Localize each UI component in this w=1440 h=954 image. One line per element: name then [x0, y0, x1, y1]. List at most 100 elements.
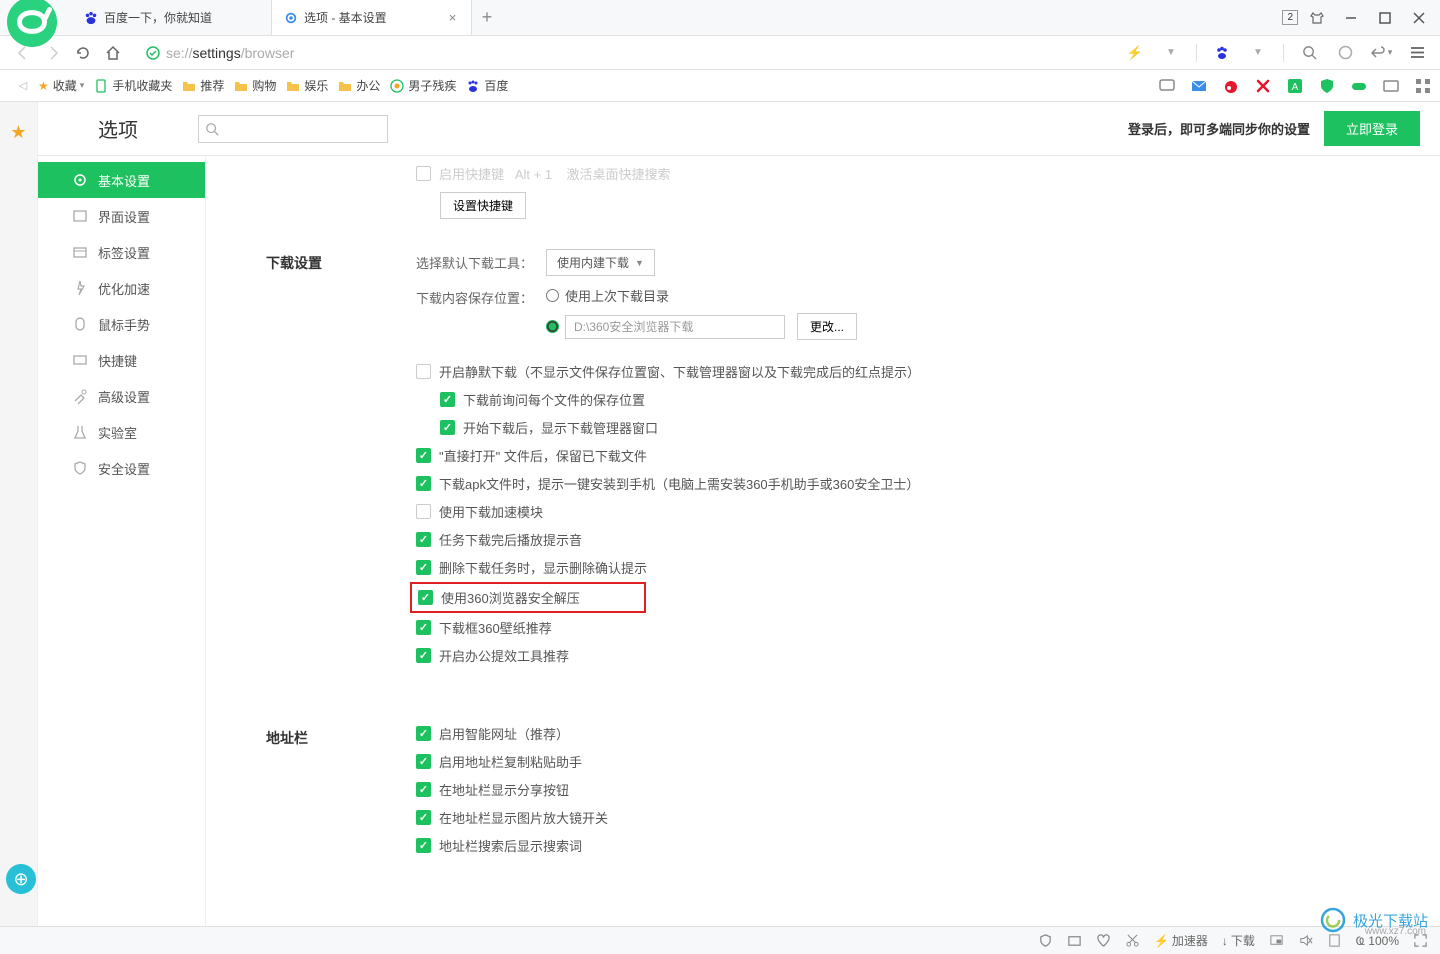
- sidebar-strip: ★: [0, 102, 38, 926]
- baidu-paw-icon[interactable]: [1207, 38, 1237, 68]
- tab-title: 选项 - 基本设置: [304, 9, 446, 26]
- login-message: 登录后，即可多端同步你的设置: [1128, 119, 1310, 138]
- box-icon[interactable]: [1067, 933, 1082, 948]
- bookmark-entertainment[interactable]: 娱乐: [286, 77, 328, 94]
- new-tab-button[interactable]: +: [472, 0, 502, 35]
- tv-icon[interactable]: [1158, 77, 1176, 95]
- window-controls: 2: [1282, 4, 1440, 32]
- minimize-button[interactable]: [1336, 4, 1366, 32]
- checkbox-smart-url[interactable]: [416, 726, 431, 741]
- chevron-left-icon[interactable]: ◁: [8, 71, 38, 101]
- bookmark-baidu[interactable]: 百度: [466, 77, 508, 94]
- checkbox-del-confirm[interactable]: [416, 560, 431, 575]
- download-path-input[interactable]: [565, 315, 785, 339]
- bookmark-news[interactable]: 男子残疾: [390, 77, 456, 94]
- assistant-bubble[interactable]: ⊕: [6, 864, 36, 894]
- checkbox-search-term[interactable]: [416, 838, 431, 853]
- sidebar-item-security[interactable]: 安全设置: [38, 450, 205, 486]
- checkbox-magnifier[interactable]: [416, 810, 431, 825]
- close-icon[interactable]: ×: [446, 11, 459, 24]
- sidebar-item-speed[interactable]: 优化加速: [38, 270, 205, 306]
- checkbox[interactable]: [416, 166, 431, 181]
- checkbox-office[interactable]: [416, 648, 431, 663]
- bookmark-recommend[interactable]: 推荐: [182, 77, 224, 94]
- window-count-badge[interactable]: 2: [1282, 10, 1298, 25]
- star-icon[interactable]: ★: [10, 122, 26, 143]
- apps-icon[interactable]: [1414, 77, 1432, 95]
- radio-custom-dir[interactable]: [546, 320, 559, 333]
- mail-icon[interactable]: [1190, 77, 1208, 95]
- checkbox-direct-open[interactable]: [416, 448, 431, 463]
- menu-icon[interactable]: [1402, 38, 1432, 68]
- bookmark-mobile[interactable]: 手机收藏夹: [94, 77, 172, 94]
- bookmark-office[interactable]: 办公: [338, 77, 380, 94]
- maximize-button[interactable]: [1370, 4, 1400, 32]
- mute-icon[interactable]: [1298, 933, 1313, 948]
- right-toolbar: A: [1158, 77, 1432, 95]
- reload-button[interactable]: [68, 38, 98, 68]
- sidebar-item-lab[interactable]: 实验室: [38, 414, 205, 450]
- page-title: 选项: [98, 114, 138, 143]
- tab-baidu[interactable]: 百度一下，你就知道: [72, 0, 272, 35]
- fullscreen-icon[interactable]: [1413, 933, 1428, 948]
- pip-icon[interactable]: [1269, 933, 1284, 948]
- note-icon[interactable]: [1327, 933, 1342, 948]
- search-input[interactable]: [198, 115, 388, 143]
- checkbox-share-btn[interactable]: [416, 782, 431, 797]
- bookmarks-bar: ◁ ★收藏 ▾ 手机收藏夹 推荐 购物 娱乐 办公 男子残疾 百度 A: [0, 70, 1440, 102]
- radio-last-dir[interactable]: [546, 289, 559, 302]
- checkbox-accel[interactable]: [416, 504, 431, 519]
- settings-main[interactable]: 启用快捷键 Alt + 1 激活桌面快捷搜索 设置快捷键 下载设置 选择默认下载…: [206, 156, 1440, 926]
- cut-icon[interactable]: [1125, 933, 1140, 948]
- skin-icon[interactable]: [1302, 4, 1332, 32]
- set-shortcut-button[interactable]: 设置快捷键: [440, 192, 526, 219]
- sidebar-item-mouse[interactable]: 鼠标手势: [38, 306, 205, 342]
- search-icon[interactable]: [1294, 38, 1324, 68]
- checkbox-wallpaper[interactable]: [416, 620, 431, 635]
- checkbox-apk[interactable]: [416, 476, 431, 491]
- section-addressbar: 地址栏 启用智能网址（推荐） 启用地址栏复制粘贴助手 在地址栏显示分享按钮 在地…: [266, 724, 1380, 864]
- content-area: ★ 选项 登录后，即可多端同步你的设置 立即登录 基本设置 界面设置 标签设置 …: [0, 102, 1440, 926]
- shield-icon[interactable]: [1318, 77, 1336, 95]
- checkbox-unzip[interactable]: [418, 590, 433, 605]
- favorites-button[interactable]: ★收藏 ▾: [38, 77, 84, 94]
- sidebar-item-ui[interactable]: 界面设置: [38, 198, 205, 234]
- page-header: 选项 登录后，即可多端同步你的设置 立即登录: [38, 102, 1440, 156]
- checkbox-show-manager[interactable]: [440, 420, 455, 435]
- heart-icon[interactable]: [1096, 933, 1111, 948]
- home-button[interactable]: [98, 38, 128, 68]
- bookmark-shopping[interactable]: 购物: [234, 77, 276, 94]
- checkbox-ask-location[interactable]: [440, 392, 455, 407]
- wallet-icon[interactable]: [1382, 77, 1400, 95]
- download-label[interactable]: ↓下载: [1222, 932, 1255, 949]
- close-button[interactable]: [1404, 4, 1434, 32]
- undo-dropdown-icon[interactable]: ▾: [1366, 38, 1396, 68]
- shield-icon[interactable]: [1038, 933, 1053, 948]
- checkbox-paste-helper[interactable]: [416, 754, 431, 769]
- search-icon: [205, 122, 219, 136]
- label: 下载内容保存位置：: [416, 286, 546, 307]
- sidebar-item-advanced[interactable]: 高级设置: [38, 378, 205, 414]
- gamepad-icon[interactable]: [1350, 77, 1368, 95]
- browser-mode-icon[interactable]: [1330, 38, 1360, 68]
- checkbox-silent[interactable]: [416, 364, 431, 379]
- accel-label[interactable]: ⚡加速器: [1154, 932, 1208, 949]
- translate-icon[interactable]: A: [1286, 77, 1304, 95]
- highlighted-option: 使用360浏览器安全解压: [410, 582, 646, 613]
- dropdown-icon[interactable]: ▼: [1156, 38, 1186, 68]
- zoom-level[interactable]: Ҩ 100%: [1356, 934, 1399, 948]
- sidebar-item-tabs[interactable]: 标签设置: [38, 234, 205, 270]
- address-bar[interactable]: se://settings/browser: [138, 40, 1110, 66]
- flash-icon[interactable]: ⚡: [1120, 38, 1150, 68]
- dropdown-icon[interactable]: ▼: [1243, 38, 1273, 68]
- download-tool-select[interactable]: 使用内建下载▼: [546, 249, 655, 276]
- title-bar: 百度一下，你就知道 选项 - 基本设置 × + 2: [0, 0, 1440, 36]
- screenshot-icon[interactable]: [1254, 77, 1272, 95]
- login-button[interactable]: 立即登录: [1324, 111, 1420, 146]
- checkbox-sound[interactable]: [416, 532, 431, 547]
- weibo-icon[interactable]: [1222, 77, 1240, 95]
- sidebar-item-basic[interactable]: 基本设置: [38, 162, 205, 198]
- tab-settings[interactable]: 选项 - 基本设置 ×: [272, 0, 472, 35]
- change-path-button[interactable]: 更改...: [797, 313, 857, 340]
- sidebar-item-shortcut[interactable]: 快捷键: [38, 342, 205, 378]
